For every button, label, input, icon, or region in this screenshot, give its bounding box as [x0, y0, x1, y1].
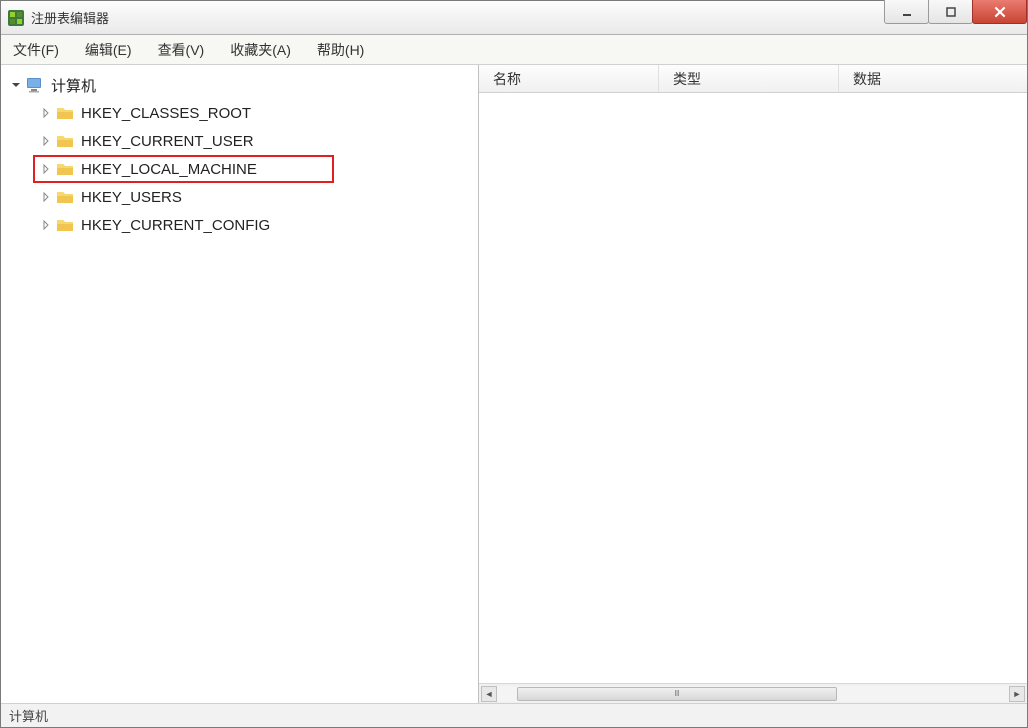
scroll-thumb[interactable]: Ⅲ	[517, 687, 837, 701]
tree-node-label: HKEY_CURRENT_CONFIG	[81, 217, 270, 234]
folder-icon	[55, 159, 75, 179]
list-header: 名称 类型 数据	[479, 65, 1027, 93]
app-icon	[7, 9, 25, 27]
folder-icon	[55, 215, 75, 235]
folder-icon	[55, 103, 75, 123]
list-panel: 名称 类型 数据 ◄ Ⅲ ►	[479, 65, 1027, 703]
statusbar: 计算机	[1, 703, 1027, 727]
tree-root-computer[interactable]: 计算机	[5, 71, 474, 99]
expand-arrow-icon[interactable]	[39, 218, 53, 232]
statusbar-path: 计算机	[9, 706, 48, 725]
expand-arrow-icon[interactable]	[39, 134, 53, 148]
titlebar[interactable]: 注册表编辑器	[1, 1, 1027, 35]
expand-arrow-icon[interactable]	[39, 106, 53, 120]
window-title: 注册表编辑器	[31, 8, 1023, 27]
folder-icon	[55, 187, 75, 207]
menu-view[interactable]: 查看(V)	[154, 38, 209, 62]
content-area: 计算机 HKEY_CLASSES_ROOT	[1, 65, 1027, 703]
tree-panel[interactable]: 计算机 HKEY_CLASSES_ROOT	[1, 65, 479, 703]
collapse-arrow-icon[interactable]	[9, 78, 23, 92]
expand-arrow-icon[interactable]	[39, 190, 53, 204]
tree-node-label: HKEY_USERS	[81, 189, 182, 206]
menu-file[interactable]: 文件(F)	[9, 38, 63, 62]
tree-node-label: 计算机	[51, 75, 96, 96]
tree-node-label: HKEY_CURRENT_USER	[81, 133, 254, 150]
menubar: 文件(F) 编辑(E) 查看(V) 收藏夹(A) 帮助(H)	[1, 35, 1027, 65]
menu-edit[interactable]: 编辑(E)	[81, 38, 136, 62]
scroll-track[interactable]: Ⅲ	[497, 686, 1009, 702]
tree-node-hkey-current-user[interactable]: HKEY_CURRENT_USER	[5, 127, 474, 155]
tree-node-label: HKEY_LOCAL_MACHINE	[81, 161, 257, 178]
scroll-right-arrow-icon[interactable]: ►	[1009, 686, 1025, 702]
column-header-data[interactable]: 数据	[839, 65, 1027, 92]
minimize-button[interactable]	[884, 0, 929, 24]
tree-node-label: HKEY_CLASSES_ROOT	[81, 105, 251, 122]
tree-node-hkey-classes-root[interactable]: HKEY_CLASSES_ROOT	[5, 99, 474, 127]
tree-node-hkey-local-machine[interactable]: HKEY_LOCAL_MACHINE	[33, 155, 334, 183]
computer-icon	[25, 75, 45, 95]
horizontal-scrollbar[interactable]: ◄ Ⅲ ►	[479, 683, 1027, 703]
column-header-type[interactable]: 类型	[659, 65, 839, 92]
folder-icon	[55, 131, 75, 151]
scroll-left-arrow-icon[interactable]: ◄	[481, 686, 497, 702]
maximize-button[interactable]	[928, 0, 973, 24]
tree-node-hkey-current-config[interactable]: HKEY_CURRENT_CONFIG	[5, 211, 474, 239]
menu-help[interactable]: 帮助(H)	[313, 38, 368, 62]
menu-favorites[interactable]: 收藏夹(A)	[226, 38, 295, 62]
close-button[interactable]	[972, 0, 1027, 24]
registry-editor-window: 注册表编辑器 文件(F) 编辑(E) 查看(V) 收藏夹(A) 帮助(H)	[0, 0, 1028, 728]
list-body[interactable]	[479, 93, 1027, 683]
tree-node-hkey-users[interactable]: HKEY_USERS	[5, 183, 474, 211]
column-header-name[interactable]: 名称	[479, 65, 659, 92]
expand-arrow-icon[interactable]	[39, 162, 53, 176]
